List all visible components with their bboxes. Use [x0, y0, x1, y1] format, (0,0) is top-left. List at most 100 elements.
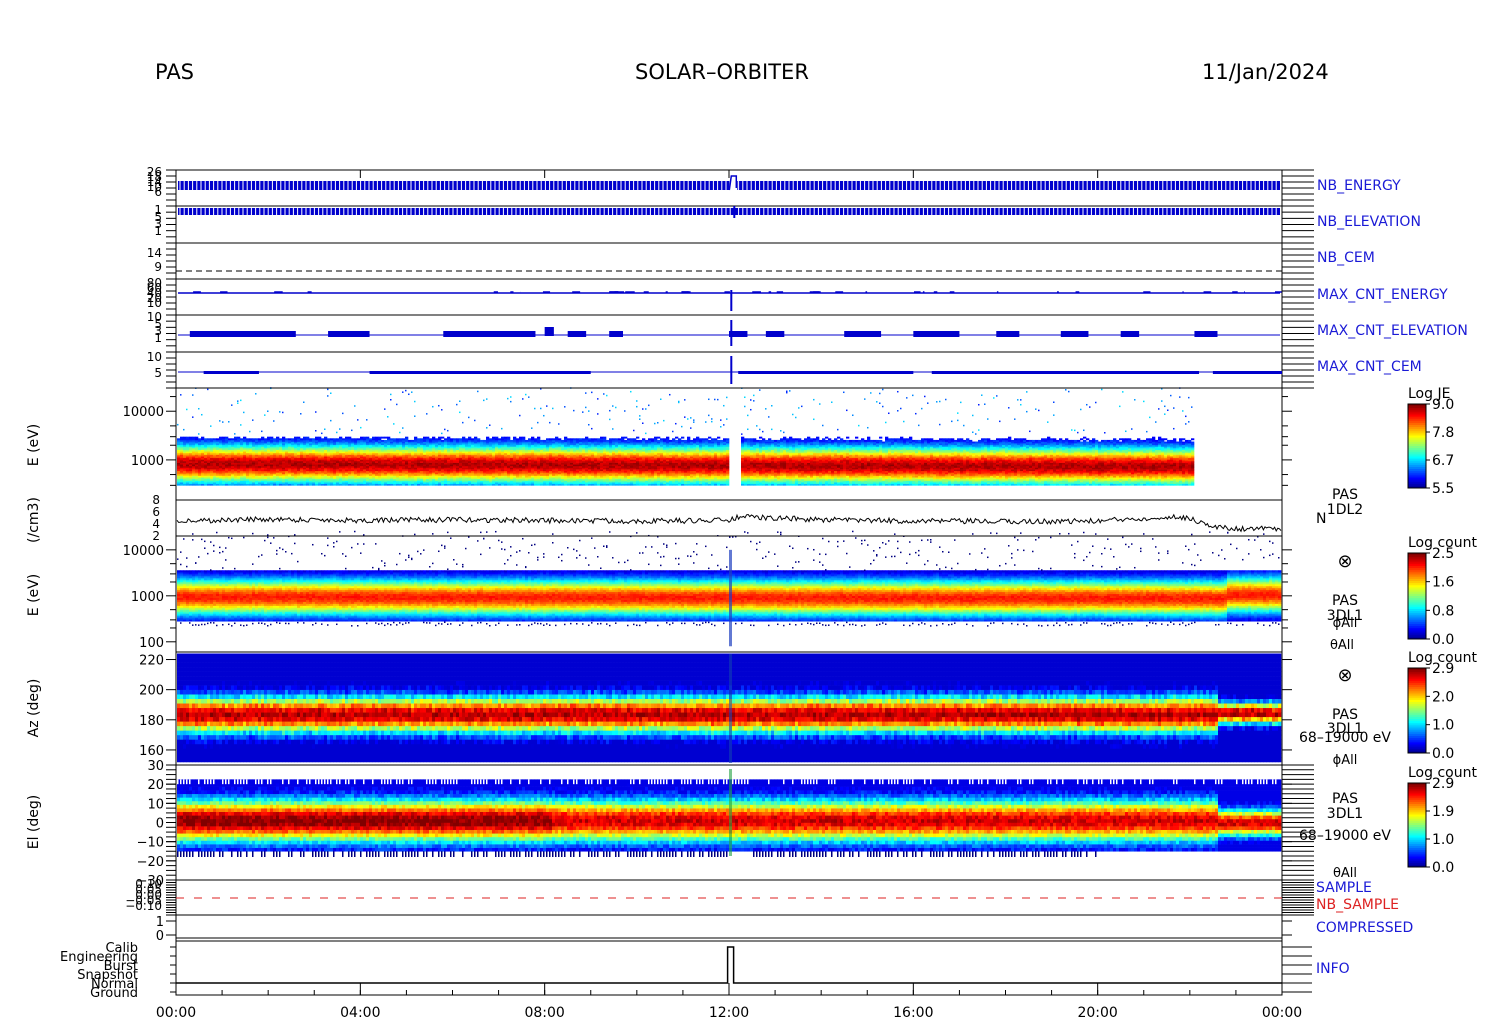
nb-elevation-trace — [178, 206, 1280, 218]
x-tick-label: 00:00 — [1262, 1005, 1302, 1020]
info-label: INFO — [1316, 961, 1350, 977]
elevation-tick: −20 — [137, 855, 164, 870]
nb-energy-tick: 6 — [154, 185, 162, 199]
minor-tick-marks — [166, 243, 1314, 279]
compressed-label: COMPRESSED — [1316, 920, 1413, 936]
max-cnt-elevation-segment — [913, 331, 959, 337]
x-tick-label: 00:00 — [156, 1005, 196, 1020]
density-label-n: N — [1316, 511, 1326, 527]
max-cnt-cem-tick: 10 — [147, 350, 162, 364]
max-cnt-cem-segment — [204, 371, 259, 374]
nb-sample-label: NB_SAMPLE — [1316, 897, 1399, 913]
max-cnt-elevation-segment — [1121, 331, 1139, 337]
elevation-ylabel: El (deg) — [26, 795, 42, 850]
max-cnt-elevation-segment — [328, 331, 369, 337]
max-cnt-elevation-segment — [1194, 331, 1217, 337]
energy-3d-tick: 10000 — [123, 544, 164, 559]
max-cnt-energy-tick: 10 — [147, 296, 162, 310]
compressed-panel — [176, 915, 1282, 941]
max-cnt-elevation-segment — [190, 331, 296, 337]
energy-3d-ylabel: E (eV) — [26, 574, 42, 616]
energy-colorbar-tick-label: 7.8 — [1432, 425, 1454, 441]
max-cnt-cem-segment — [1213, 371, 1282, 374]
elevation-tick: 20 — [147, 778, 164, 793]
energy-3d-symbol: ⊗ — [1337, 551, 1352, 572]
max-cnt-cem-panel — [176, 352, 1282, 388]
max-cnt-elevation-trace — [178, 320, 1280, 346]
compressed-tick: 0 — [156, 929, 164, 944]
density-tick: 2 — [152, 529, 160, 543]
elevation-tick: −10 — [137, 836, 164, 851]
azimuth-colorbar — [1408, 668, 1430, 754]
sample-label: SAMPLE — [1316, 880, 1372, 896]
max-cnt-elevation-tick: 1 — [154, 331, 162, 345]
energy-3d-colorbar-tick-label: 0.8 — [1432, 603, 1454, 619]
elevation-tick: 0 — [156, 817, 164, 832]
energy-3d-colorbar-tick-label: 0.0 — [1432, 632, 1454, 648]
nb-cem-panel — [176, 243, 1282, 279]
max-cnt-cem-trace — [178, 356, 1282, 384]
x-tick-label: 16:00 — [893, 1005, 933, 1020]
energy-3d-colorbar-tick-label: 1.6 — [1432, 575, 1454, 591]
max-cnt-elevation-segment — [844, 331, 881, 337]
elevation-colorbar-tick-label: 1.0 — [1432, 832, 1454, 848]
elevation-colorbar-tick-label: 1.9 — [1432, 804, 1454, 820]
max-cnt-elevation-segment — [443, 331, 535, 337]
max-cnt-elevation-label: MAX_CNT_ELEVATION — [1317, 323, 1468, 339]
elevation-tick: 30 — [147, 759, 164, 774]
summary-plot: 261814106 NB_ENERGY1531NB_ELEVATION149NB_… — [0, 0, 1512, 1020]
x-tick-label: 04:00 — [340, 1005, 380, 1020]
max-cnt-elevation-segment — [996, 331, 1019, 337]
max-cnt-cem-tick: 5 — [154, 366, 162, 380]
energy-spectrogram-image — [177, 387, 1194, 485]
x-tick-label: 20:00 — [1077, 1005, 1117, 1020]
energy-3d-colorbar-tick-label: 2.5 — [1432, 546, 1454, 562]
elevation-label-pas: PAS — [1332, 791, 1358, 807]
max-cnt-cem-segment — [932, 371, 1199, 374]
elevation-tick: 10 — [147, 797, 164, 812]
minor-tick-marks — [166, 279, 1314, 315]
nb-energy-trace — [178, 176, 1280, 190]
energy-3d-spike — [729, 550, 732, 646]
info-tick-label: Ground — [90, 986, 138, 1001]
nb-cem-tick: 9 — [154, 260, 162, 274]
x-tick-label: 08:00 — [524, 1005, 564, 1020]
azimuth-colorbar-tick-label: 1.0 — [1432, 718, 1454, 734]
x-tick-label: 12:00 — [709, 1005, 749, 1020]
max-cnt-elevation-segment — [609, 331, 623, 337]
energy-3d-label-pas: PAS — [1332, 593, 1358, 609]
density-trace — [177, 515, 1281, 532]
elevation-colorbar — [1408, 783, 1430, 868]
density-label-pas: PAS — [1332, 487, 1358, 503]
elevation-label-level: 3DL1 — [1327, 806, 1363, 822]
nb-cem-label: NB_CEM — [1317, 250, 1375, 266]
minor-tick-marks — [166, 352, 1314, 388]
sample-tick: −0.10 — [125, 899, 162, 913]
density-label-level: 1DL2 — [1327, 502, 1363, 518]
max-cnt-energy-trace — [178, 290, 1282, 311]
nb-energy-step — [729, 176, 736, 190]
energy-3d-label-theta: θAll — [1330, 638, 1354, 653]
nb-energy-label: NB_ENERGY — [1317, 178, 1401, 194]
elevation-label-theta: θAll — [1333, 866, 1357, 881]
nb-elevation-tick: 1 — [154, 224, 162, 238]
nb-elevation-label: NB_ELEVATION — [1317, 214, 1421, 230]
max-cnt-cem-segment — [370, 371, 591, 374]
energy-colorbar — [1408, 404, 1430, 489]
energy-spectrogram-ylabel: E (eV) — [26, 424, 42, 466]
azimuth-colorbar-tick-label: 0.0 — [1432, 746, 1454, 762]
energy-colorbar-tick-label: 5.5 — [1432, 481, 1454, 497]
azimuth-colorbar-tick-label: 2.0 — [1432, 689, 1454, 705]
max-cnt-energy-label: MAX_CNT_ENERGY — [1317, 287, 1448, 303]
azimuth-spike — [729, 654, 732, 763]
energy-colorbar-tick-label: 6.7 — [1432, 453, 1454, 469]
info-trace — [176, 947, 1282, 983]
max-cnt-cem-segment — [738, 371, 913, 374]
energy-3d-label-phi: ϕAll — [1333, 616, 1358, 631]
energy-3d-tick: 1000 — [131, 590, 164, 605]
azimuth-tick: 180 — [139, 714, 164, 729]
azimuth-tick: 160 — [139, 744, 164, 759]
azimuth-tick: 220 — [139, 654, 164, 669]
max-cnt-cem-label: MAX_CNT_CEM — [1317, 359, 1422, 375]
elevation-colorbar-tick-label: 2.9 — [1432, 776, 1454, 792]
